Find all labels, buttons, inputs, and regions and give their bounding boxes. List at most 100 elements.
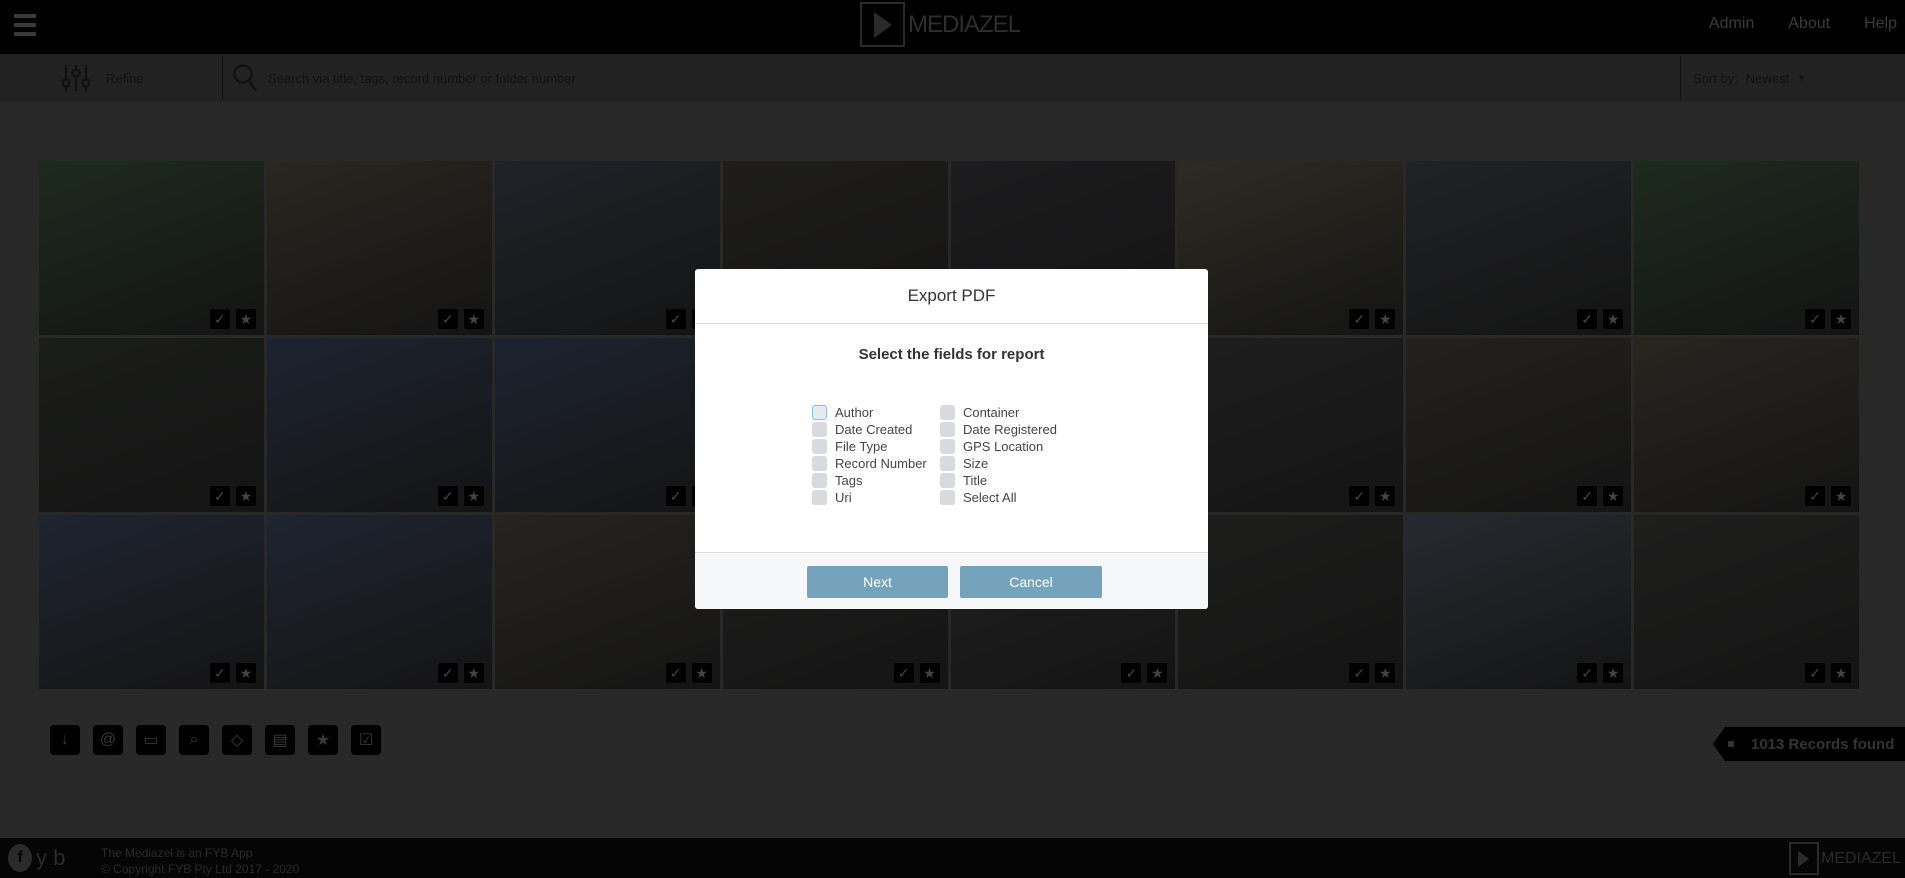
media-thumbnail[interactable]: ✓★ [39,161,264,335]
checkbox[interactable] [940,489,955,505]
star-icon[interactable]: ★ [1831,663,1851,683]
dialog-footer: Next Cancel [695,552,1208,609]
star-icon[interactable]: ★ [1831,309,1851,329]
document-icon[interactable]: ▤ [265,725,295,755]
media-thumbnail[interactable]: ✓★ [39,338,264,512]
field-option[interactable]: Select All [940,489,1080,505]
check-icon[interactable]: ✓ [1121,663,1142,683]
media-thumbnail[interactable]: ✓★ [494,338,720,512]
check-icon[interactable]: ✓ [209,663,230,683]
check-icon[interactable]: ✓ [1349,486,1370,506]
check-icon[interactable]: ✓ [209,486,230,506]
field-option[interactable]: Record Number [812,455,940,471]
menu-icon[interactable] [14,14,36,36]
star-icon[interactable]: ★ [463,309,484,329]
sort-dropdown[interactable]: Sort by: Newest ▼ [1693,54,1806,102]
star-icon[interactable]: ★ [691,663,712,683]
search-input[interactable] [268,70,1268,86]
star-icon[interactable]: ★ [1375,663,1396,683]
checkbox[interactable] [812,455,827,471]
checkbox[interactable] [940,438,955,454]
tag-icon[interactable]: ◇ [222,725,252,755]
media-thumbnail[interactable]: ✓★ [494,161,720,335]
checkbox-icon[interactable]: ☑ [351,725,381,755]
search-icon[interactable] [232,63,258,93]
checkbox[interactable] [940,421,955,437]
checkbox[interactable] [812,404,827,420]
checkbox[interactable] [940,472,955,488]
check-icon[interactable]: ✓ [437,486,458,506]
check-icon[interactable]: ✓ [1805,663,1825,683]
field-option[interactable]: Size [940,455,1080,471]
mediazel-logo[interactable]: MEDIAZEL [860,2,1021,47]
star-icon[interactable]: ★ [919,663,940,683]
star-icon[interactable]: ★ [1603,663,1624,683]
check-icon[interactable]: ✓ [1349,309,1370,329]
check-icon[interactable]: ✓ [437,663,458,683]
nav-help[interactable]: Help [1864,15,1897,33]
star-icon[interactable]: ★ [1603,309,1624,329]
check-icon[interactable]: ✓ [1577,309,1598,329]
media-thumbnail[interactable]: ✓★ [1406,515,1632,689]
checkbox[interactable] [812,438,827,454]
media-thumbnail[interactable]: ✓★ [1406,338,1632,512]
field-option[interactable]: Author [812,404,940,420]
star-icon[interactable]: ★ [235,486,256,506]
check-icon[interactable]: ✓ [1577,663,1598,683]
media-thumbnail[interactable]: ✓★ [266,161,492,335]
checkbox[interactable] [940,455,955,471]
media-thumbnail[interactable]: ✓★ [266,515,492,689]
field-option[interactable]: Date Created [812,421,940,437]
checkbox[interactable] [812,472,827,488]
media-thumbnail[interactable]: ✓★ [39,515,264,689]
star-icon[interactable]: ★ [1147,663,1168,683]
media-thumbnail[interactable]: ✓★ [1406,161,1632,335]
field-option[interactable]: Tags [812,472,940,488]
check-icon[interactable]: ✓ [209,309,230,329]
media-thumbnail[interactable]: ✓★ [1178,338,1404,512]
check-icon[interactable]: ✓ [1577,486,1598,506]
media-thumbnail[interactable]: ✓★ [1634,338,1859,512]
star-icon[interactable]: ★ [1831,486,1851,506]
cancel-button[interactable]: Cancel [960,566,1102,598]
media-thumbnail[interactable]: ✓★ [1178,515,1404,689]
star-icon[interactable]: ★ [235,663,256,683]
nav-admin[interactable]: Admin [1709,15,1754,33]
star-icon[interactable]: ★ [1603,486,1624,506]
star-icon[interactable]: ★ [308,725,338,755]
field-option[interactable]: Uri [812,489,940,505]
nav-about[interactable]: About [1788,15,1830,33]
next-button[interactable]: Next [807,566,948,598]
search-record-icon[interactable]: ⌕ [179,725,209,755]
check-icon[interactable]: ✓ [437,309,458,329]
check-icon[interactable]: ✓ [665,663,686,683]
media-thumbnail[interactable]: ✓★ [1634,161,1859,335]
star-icon[interactable]: ★ [1375,486,1396,506]
check-icon[interactable]: ✓ [1349,663,1370,683]
checkbox[interactable] [812,489,827,505]
checkbox[interactable] [812,421,827,437]
field-option[interactable]: File Type [812,438,940,454]
media-thumbnail[interactable]: ✓★ [1178,161,1404,335]
field-option[interactable]: Date Registered [940,421,1080,437]
check-icon[interactable]: ✓ [1805,486,1825,506]
star-icon[interactable]: ★ [463,663,484,683]
field-option[interactable]: GPS Location [940,438,1080,454]
download-icon[interactable]: ↓ [50,725,80,755]
check-icon[interactable]: ✓ [665,486,686,506]
media-thumbnail[interactable]: ✓★ [266,338,492,512]
folder-icon[interactable]: ▭ [136,725,166,755]
check-icon[interactable]: ✓ [1805,309,1825,329]
email-icon[interactable]: @ [93,725,123,755]
refine-button[interactable]: Refine [62,54,144,102]
star-icon[interactable]: ★ [1375,309,1396,329]
check-icon[interactable]: ✓ [893,663,914,683]
field-option[interactable]: Title [940,472,1080,488]
field-option[interactable]: Container [940,404,1080,420]
check-icon[interactable]: ✓ [665,309,686,329]
star-icon[interactable]: ★ [463,486,484,506]
media-thumbnail[interactable]: ✓★ [494,515,720,689]
media-thumbnail[interactable]: ✓★ [1634,515,1859,689]
checkbox[interactable] [940,404,955,420]
star-icon[interactable]: ★ [235,309,256,329]
